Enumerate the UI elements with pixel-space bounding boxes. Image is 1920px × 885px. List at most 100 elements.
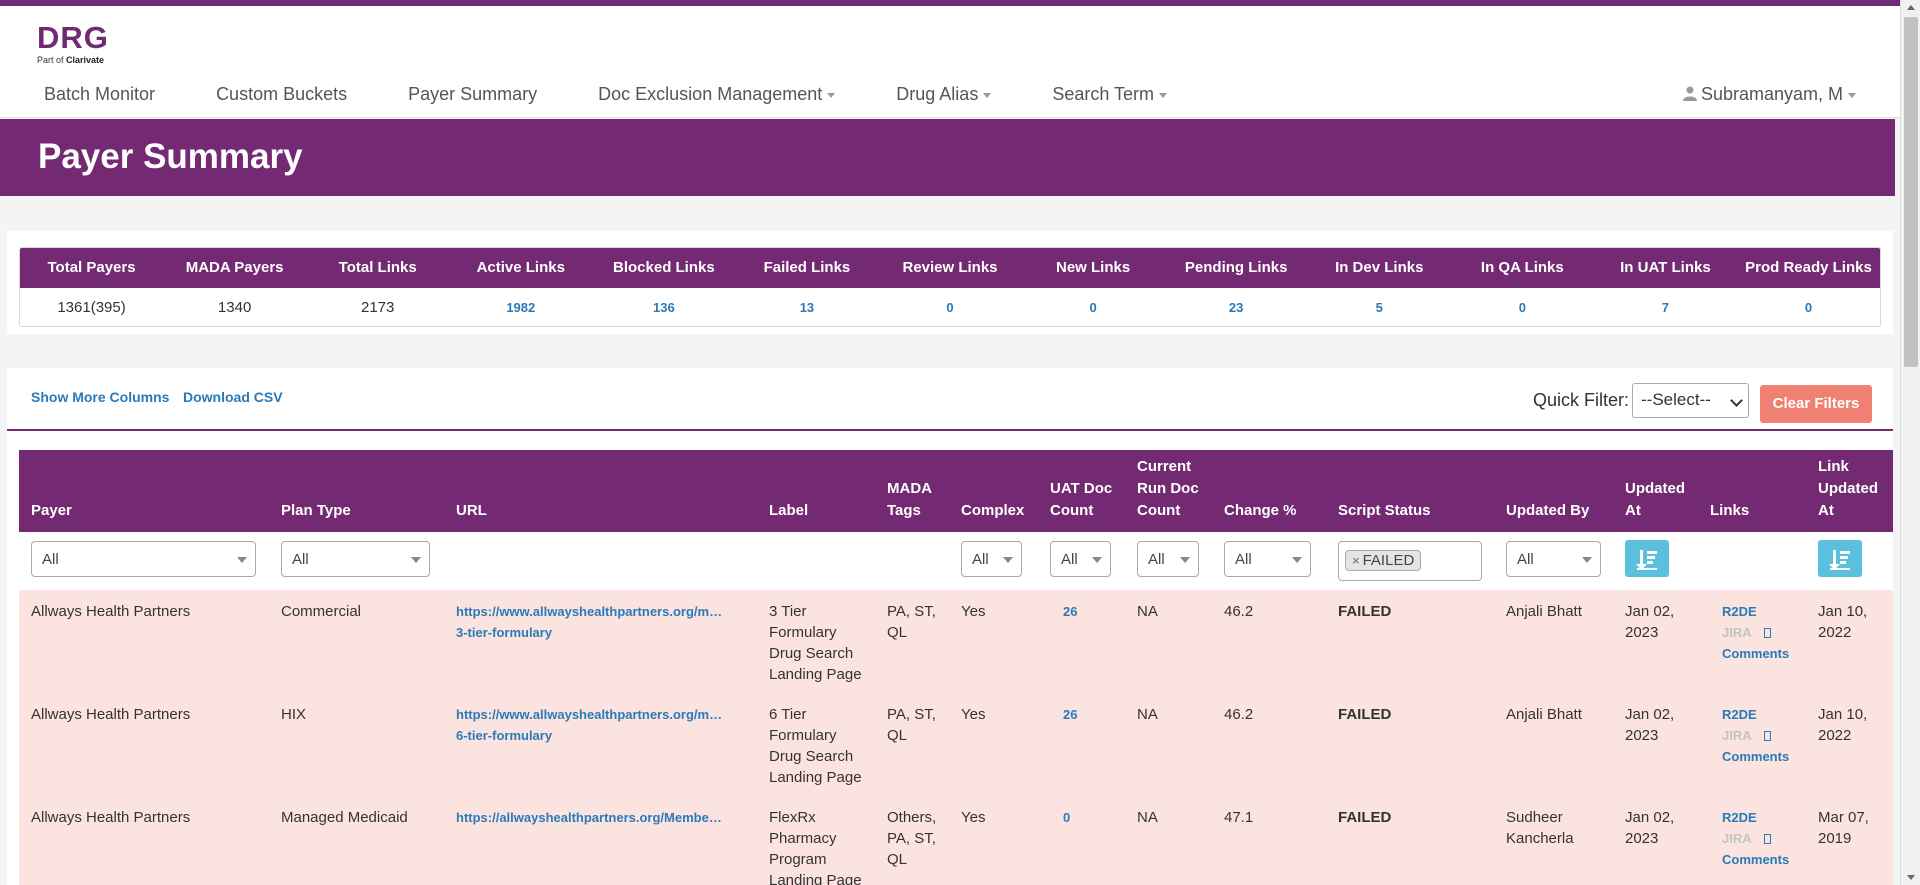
updated-at-cell: Jan 02, 2023	[1625, 603, 1675, 641]
uat-doc-count-link[interactable]: 0	[1063, 807, 1070, 828]
r2de-link[interactable]: R2DE	[1722, 704, 1789, 725]
payer-grid-panel: Show More Columns Download CSV Quick Fil…	[7, 368, 1893, 885]
current-run-doc-count-filter-select[interactable]: All	[1137, 541, 1199, 577]
col-header-mada-tags[interactable]: MADA Tags	[887, 478, 932, 522]
complex-filter-select[interactable]: All	[961, 541, 1022, 577]
script-status-cell: FAILED	[1338, 603, 1392, 620]
links-cell: R2DE JIRA Comments	[1722, 704, 1789, 767]
nav-search-term[interactable]: Search Term	[1040, 84, 1179, 105]
jira-link[interactable]: JIRA	[1722, 625, 1752, 640]
col-header-label[interactable]: Label	[769, 500, 808, 522]
current-run-doc-count-cell: NA	[1137, 809, 1158, 826]
scroll-up-arrow-icon[interactable]	[1907, 5, 1915, 10]
edit-icon[interactable]	[1763, 731, 1771, 741]
link-updated-at-sort-button[interactable]	[1818, 540, 1862, 577]
failed-links-link[interactable]: 13	[735, 288, 878, 326]
plan-type-cell: HIX	[281, 706, 307, 723]
change-pct-filter-select[interactable]: All	[1224, 541, 1311, 577]
plan-type-cell: Commercial	[281, 603, 362, 620]
dropdown-arrow-icon	[1092, 557, 1102, 563]
jira-link[interactable]: JIRA	[1722, 728, 1752, 743]
comments-link[interactable]: Comments	[1722, 849, 1789, 870]
r2de-link[interactable]: R2DE	[1722, 601, 1789, 622]
updated-by-filter-select[interactable]: All	[1506, 541, 1601, 577]
links-cell: R2DE JIRA Comments	[1722, 807, 1789, 870]
nav-custom-buckets[interactable]: Custom Buckets	[204, 84, 359, 105]
col-header-uat-doc-count[interactable]: UAT Doc Count	[1050, 478, 1112, 522]
drg-logo[interactable]: DRG Part of Clarivate	[37, 22, 127, 72]
summary-table: Total Payers MADA Payers Total Links Act…	[19, 247, 1881, 327]
col-header-script-status[interactable]: Script Status	[1338, 500, 1431, 522]
uat-doc-count-filter-select[interactable]: All	[1050, 541, 1111, 577]
jira-link[interactable]: JIRA	[1722, 831, 1752, 846]
show-more-columns-link[interactable]: Show More Columns	[31, 389, 169, 405]
edit-icon[interactable]	[1763, 628, 1771, 638]
scroll-down-arrow-icon[interactable]	[1907, 875, 1915, 880]
script-status-filter[interactable]: × FAILED	[1338, 541, 1482, 581]
blocked-links-link[interactable]: 136	[592, 288, 735, 326]
r2de-link[interactable]: R2DE	[1722, 807, 1789, 828]
pending-links-link[interactable]: 23	[1165, 288, 1308, 326]
remove-tag-icon[interactable]: ×	[1352, 553, 1360, 568]
updated-at-sort-button[interactable]	[1625, 540, 1669, 577]
nav-payer-summary[interactable]: Payer Summary	[396, 84, 549, 105]
uat-doc-count-link[interactable]: 26	[1063, 704, 1077, 725]
col-header-plan-type[interactable]: Plan Type	[281, 500, 351, 522]
payer-filter-select[interactable]: All	[31, 541, 256, 577]
clear-filters-button[interactable]: Clear Filters	[1760, 385, 1872, 423]
dropdown-arrow-icon	[1180, 557, 1190, 563]
col-header-updated-by[interactable]: Updated By	[1506, 500, 1589, 522]
review-links-link[interactable]: 0	[878, 288, 1021, 326]
col-header-current-run-doc-count[interactable]: Current Run Doc Count	[1137, 456, 1199, 522]
in-qa-links-link[interactable]: 0	[1451, 288, 1594, 326]
download-csv-link[interactable]: Download CSV	[183, 389, 283, 405]
comments-link[interactable]: Comments	[1722, 643, 1789, 664]
dropdown-arrow-icon	[237, 557, 247, 563]
total-links-value: 2173	[361, 299, 395, 316]
prod-ready-links-link[interactable]: 0	[1737, 288, 1880, 326]
uat-doc-count-link[interactable]: 26	[1063, 601, 1077, 622]
sort-descending-icon	[1829, 550, 1850, 570]
url-link[interactable]: https://www.allwayshealthpartners.org/m……	[456, 601, 741, 643]
col-header-change-pct[interactable]: Change %	[1224, 500, 1297, 522]
dropdown-arrow-icon	[1003, 557, 1013, 563]
col-header-payer[interactable]: Payer	[31, 500, 72, 522]
summary-header: In QA Links	[1480, 259, 1564, 276]
mada-tags-cell: PA, ST, QL	[887, 603, 936, 641]
col-header-updated-at[interactable]: Updated At	[1625, 478, 1685, 522]
nav-drug-alias[interactable]: Drug Alias	[884, 84, 1003, 105]
main-nav: Batch Monitor Custom Buckets Payer Summa…	[32, 84, 1216, 105]
sort-descending-icon	[1636, 550, 1657, 570]
page-header-banner: Payer Summary	[0, 119, 1895, 196]
script-status-filter-tag[interactable]: × FAILED	[1345, 550, 1422, 571]
edit-icon[interactable]	[1763, 834, 1771, 844]
col-header-link-updated-at[interactable]: Link Updated At	[1818, 456, 1878, 522]
col-header-url[interactable]: URL	[456, 500, 487, 522]
comments-link[interactable]: Comments	[1722, 746, 1789, 767]
scroll-thumb[interactable]	[1904, 17, 1918, 367]
url-link[interactable]: https://allwayshealthpartners.org/Membe…	[456, 807, 741, 828]
active-links-link[interactable]: 1982	[449, 288, 592, 326]
nav-batch-monitor[interactable]: Batch Monitor	[32, 84, 167, 105]
chevron-down-icon	[1848, 92, 1856, 98]
dropdown-arrow-icon	[1292, 557, 1302, 563]
change-pct-cell: 47.1	[1224, 809, 1254, 826]
in-uat-links-link[interactable]: 7	[1594, 288, 1737, 326]
page-scrollbar[interactable]	[1900, 0, 1920, 885]
link-updated-at-cell: Jan 10, 2022	[1818, 706, 1868, 744]
change-pct-cell: 46.2	[1224, 603, 1254, 620]
plan-type-filter-select[interactable]: All	[281, 541, 430, 577]
chevron-down-icon	[1159, 92, 1168, 98]
nav-doc-exclusion-management[interactable]: Doc Exclusion Management	[586, 84, 847, 105]
quick-filter-select[interactable]: --Select--	[1632, 383, 1749, 418]
user-menu[interactable]: Subramanyam, M	[1682, 84, 1856, 105]
url-link[interactable]: https://www.allwayshealthpartners.org/m……	[456, 704, 741, 746]
new-links-link[interactable]: 0	[1022, 288, 1165, 326]
col-header-complex[interactable]: Complex	[961, 500, 1024, 522]
updated-at-cell: Jan 02, 2023	[1625, 706, 1675, 744]
summary-header: MADA Payers	[185, 259, 284, 276]
table-row: Allways Health Partners Commercial https…	[19, 590, 1893, 693]
in-dev-links-link[interactable]: 5	[1308, 288, 1451, 326]
page-title: Payer Summary	[38, 137, 303, 176]
summary-header: Prod Ready Links	[1745, 259, 1872, 276]
